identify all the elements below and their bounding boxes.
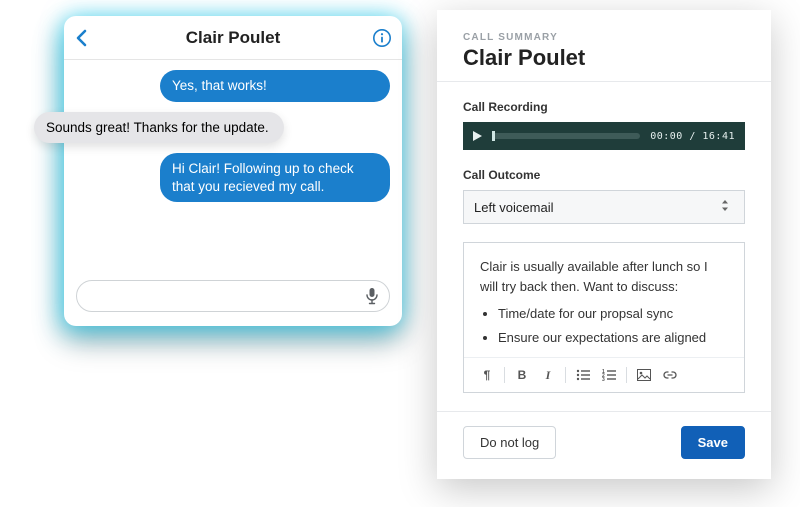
divider — [437, 81, 771, 82]
chat-header: Clair Poulet — [64, 16, 402, 60]
editor-toolbar: ¶ B I 123 — [464, 357, 744, 392]
svg-text:3: 3 — [602, 377, 605, 381]
summary-title: Clair Poulet — [463, 45, 745, 71]
playback-track[interactable] — [492, 133, 640, 139]
audio-player: 00:00 / 16:41 — [463, 122, 745, 150]
outcome-select[interactable]: Left voicemail — [463, 190, 745, 224]
divider — [437, 411, 771, 412]
toolbar-divider — [504, 367, 505, 383]
chat-bubble-outgoing: Hi Clair! Following up to check that you… — [160, 153, 390, 202]
link-icon — [663, 369, 677, 381]
dictation-button[interactable] — [361, 285, 383, 307]
notes-bullet-list: Time/date for our propsal sync Ensure ou… — [498, 304, 728, 347]
chat-title: Clair Poulet — [186, 28, 280, 48]
bold-button[interactable]: B — [511, 364, 533, 386]
numbered-list-icon: 123 — [602, 369, 616, 381]
toolbar-divider — [565, 367, 566, 383]
notes-bullet: Time/date for our propsal sync — [498, 304, 728, 324]
play-button[interactable] — [473, 131, 482, 141]
image-icon — [637, 369, 651, 381]
toolbar-divider — [626, 367, 627, 383]
playback-time: 00:00 / 16:41 — [650, 131, 735, 142]
chat-bubble-incoming: Sounds great! Thanks for the update. — [34, 112, 284, 144]
info-icon — [372, 28, 392, 48]
recording-label: Call Recording — [463, 100, 745, 114]
chat-bubble-outgoing: Yes, that works! — [160, 70, 390, 102]
microphone-icon — [365, 287, 379, 305]
outcome-label: Call Outcome — [463, 168, 745, 182]
bulleted-list-button[interactable] — [572, 364, 594, 386]
italic-button[interactable]: I — [537, 364, 559, 386]
do-not-log-button[interactable]: Do not log — [463, 426, 556, 459]
chat-body: Yes, that works! Sounds great! Thanks fo… — [64, 60, 402, 270]
message-input-bar[interactable] — [76, 280, 390, 312]
call-notes-editor[interactable]: Clair is usually available after lunch s… — [463, 242, 745, 393]
select-caret-icon — [720, 199, 734, 216]
summary-eyebrow: CALL SUMMARY — [463, 32, 745, 43]
insert-link-button[interactable] — [659, 364, 681, 386]
messages-panel: Clair Poulet Yes, that works! Sounds gre… — [64, 16, 402, 326]
back-button[interactable] — [74, 16, 90, 59]
playhead[interactable] — [492, 131, 495, 141]
numbered-list-button[interactable]: 123 — [598, 364, 620, 386]
notes-bullet: Ensure our expectations are aligned — [498, 328, 728, 348]
call-summary-panel: CALL SUMMARY Clair Poulet Call Recording… — [437, 10, 771, 479]
paragraph-format-button[interactable]: ¶ — [476, 364, 498, 386]
summary-footer: Do not log Save — [463, 426, 745, 459]
notes-intro: Clair is usually available after lunch s… — [480, 257, 728, 296]
info-button[interactable] — [372, 16, 392, 59]
outcome-selected-value: Left voicemail — [474, 200, 553, 215]
chevron-left-icon — [74, 27, 90, 49]
play-icon — [473, 131, 482, 141]
bulleted-list-icon — [576, 369, 590, 381]
save-button[interactable]: Save — [681, 426, 745, 459]
message-input[interactable] — [89, 288, 361, 305]
insert-image-button[interactable] — [633, 364, 655, 386]
